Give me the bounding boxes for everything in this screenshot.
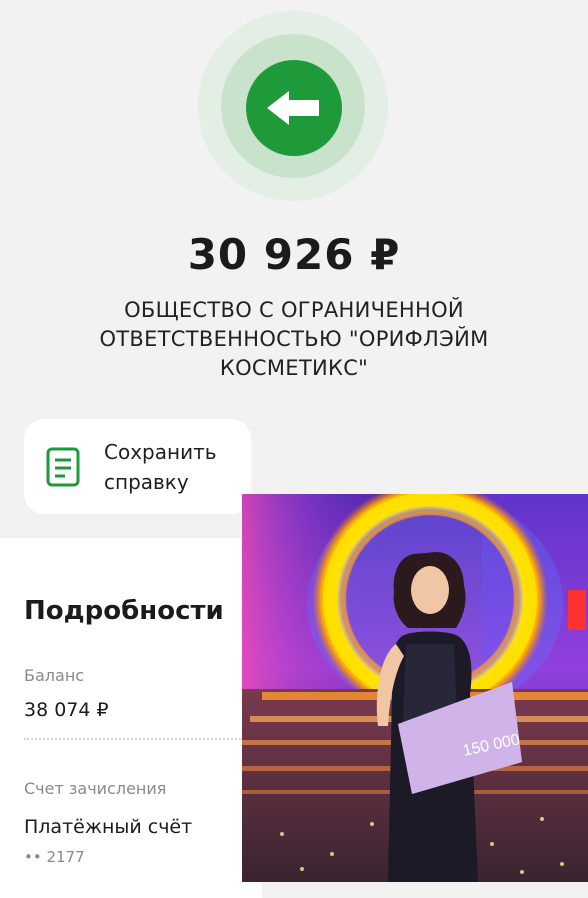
account-value[interactable]: Платёжный счёт (24, 816, 192, 838)
payee-line-2: ОТВЕТСТВЕННОСТЬЮ "ОРИФЛЭЙМ (99, 327, 489, 351)
stage-photo-illustration: 150 000 (242, 494, 588, 882)
account-mask: •• 2177 (24, 848, 85, 866)
promo-photo: 150 000 (242, 494, 588, 882)
payee-line-3: КОСМЕТИКС" (219, 356, 369, 380)
arrow-left-icon (267, 91, 319, 125)
transfer-amount: 30 926 ₽ (187, 230, 401, 279)
details-title: Подробности (24, 596, 224, 626)
payee-name: ОБЩЕСТВО С ОГРАНИЧЕННОЙ ОТВЕТСТВЕННОСТЬЮ… (80, 296, 508, 383)
account-label: Счет зачисления (24, 779, 167, 798)
save-receipt-label-line2: справку (104, 469, 189, 494)
document-icon (46, 447, 80, 486)
transfer-status-badge (246, 60, 342, 156)
payee-line-1: ОБЩЕСТВО С ОГРАНИЧЕННОЙ (124, 298, 464, 322)
save-receipt-label-line1: Сохранить (104, 439, 217, 464)
divider (24, 738, 244, 740)
balance-label: Баланс (24, 666, 85, 685)
save-receipt-label: Сохранить справку (104, 437, 217, 497)
details-panel: Подробности Баланс 38 074 ₽ Счет зачисле… (0, 538, 262, 898)
save-receipt-button[interactable]: Сохранить справку (24, 419, 251, 514)
balance-value: 38 074 ₽ (24, 699, 109, 721)
